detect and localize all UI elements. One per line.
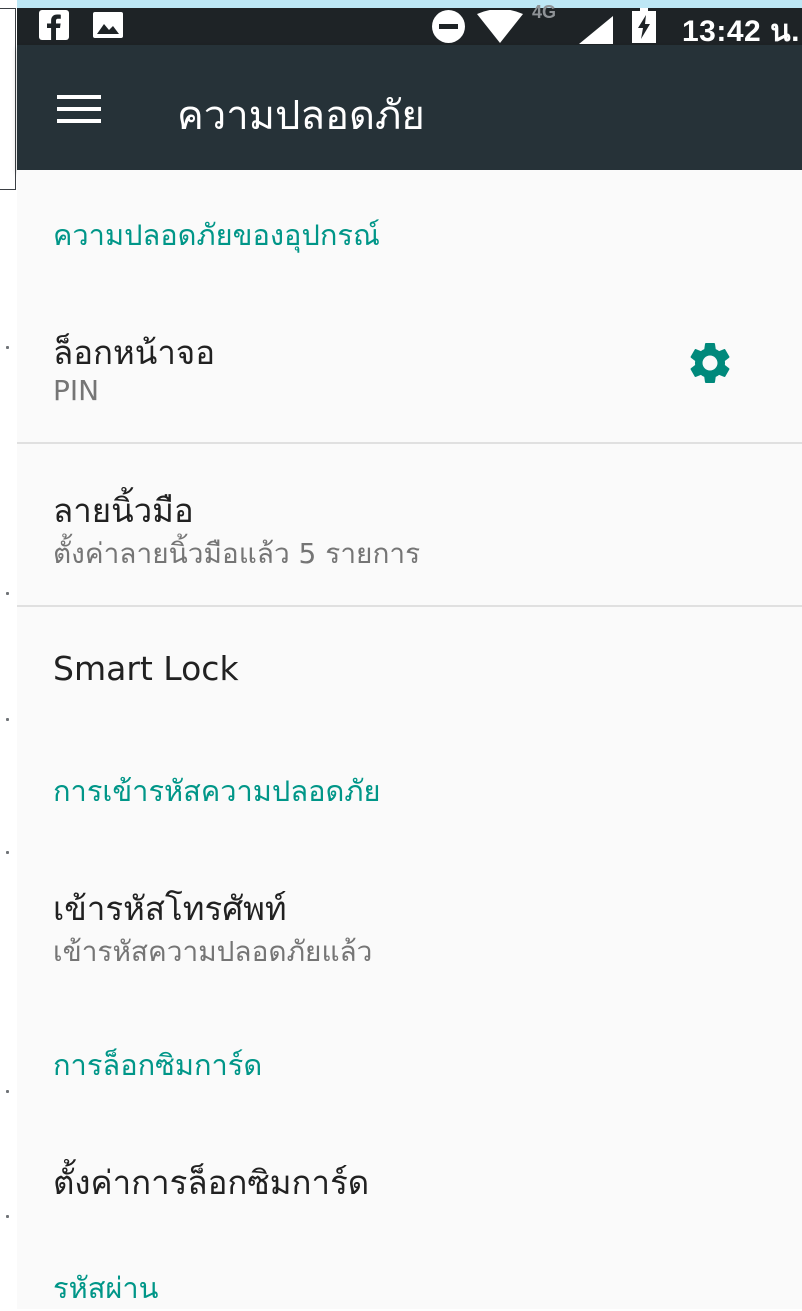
do-not-disturb-icon bbox=[432, 10, 465, 43]
smart-lock-item[interactable]: Smart Lock bbox=[17, 607, 802, 737]
menu-line bbox=[57, 119, 101, 123]
menu-line bbox=[57, 107, 101, 111]
facebook-icon bbox=[39, 10, 69, 40]
screen-lock-title: ล็อกหน้าจอ bbox=[53, 333, 216, 372]
encrypt-phone-summary: เข้ารหัสความปลอดภัยแล้ว bbox=[53, 935, 373, 968]
sim-lock-setup-title: ตั้งค่าการล็อกซิมการ์ด bbox=[53, 1163, 370, 1202]
section-header-sim-lock: การล็อกซิมการ์ด bbox=[53, 1048, 263, 1082]
network-type-label: 4G bbox=[532, 2, 557, 22]
fingerprint-summary: ตั้งค่าลายนิ้วมือแล้ว 5 รายการ bbox=[53, 537, 421, 570]
sim-lock-setup-item[interactable]: ตั้งค่าการล็อกซิมการ์ด bbox=[17, 1120, 802, 1250]
gear-icon[interactable] bbox=[685, 338, 735, 388]
app-bar: ความปลอดภัย bbox=[17, 45, 802, 170]
encrypt-phone-item[interactable]: เข้ารหัสโทรศัพท์ เข้ารหัสความปลอดภัยแล้ว bbox=[17, 840, 802, 1000]
smart-lock-title: Smart Lock bbox=[53, 649, 239, 688]
left-edge-frame bbox=[0, 8, 16, 190]
menu-line bbox=[57, 95, 101, 99]
fingerprint-title: ลายนิ้วมือ bbox=[53, 491, 194, 530]
edge-mark bbox=[6, 718, 9, 721]
page-title: ความปลอดภัย bbox=[177, 93, 425, 139]
status-bar: 4G 13:42 น. bbox=[17, 2, 802, 48]
edge-mark bbox=[6, 1215, 9, 1218]
battery-charging-icon bbox=[632, 8, 656, 43]
top-edge-strip bbox=[0, 0, 802, 8]
edge-mark bbox=[6, 346, 9, 349]
section-header-encryption: การเข้ารหัสความปลอดภัย bbox=[53, 774, 381, 808]
encrypt-phone-title: เข้ารหัสโทรศัพท์ bbox=[53, 889, 287, 928]
hamburger-menu-icon[interactable] bbox=[57, 95, 101, 123]
edge-mark bbox=[6, 851, 9, 854]
wifi-icon bbox=[477, 9, 523, 48]
screen-lock-summary: PIN bbox=[53, 374, 100, 407]
settings-list: ความปลอดภัยของอุปกรณ์ ล็อกหน้าจอ PIN ลาย… bbox=[17, 170, 802, 1309]
section-header-device-security: ความปลอดภัยของอุปกรณ์ bbox=[53, 218, 380, 252]
section-header-passwords: รหัสผ่าน bbox=[53, 1271, 159, 1305]
left-edge-strip bbox=[0, 0, 17, 1309]
image-icon bbox=[92, 10, 124, 40]
edge-mark bbox=[6, 1090, 9, 1093]
signal-icon bbox=[579, 16, 613, 48]
fingerprint-item[interactable]: ลายนิ้วมือ ตั้งค่าลายนิ้วมือแล้ว 5 รายกา… bbox=[17, 444, 802, 606]
edge-mark bbox=[6, 592, 9, 595]
